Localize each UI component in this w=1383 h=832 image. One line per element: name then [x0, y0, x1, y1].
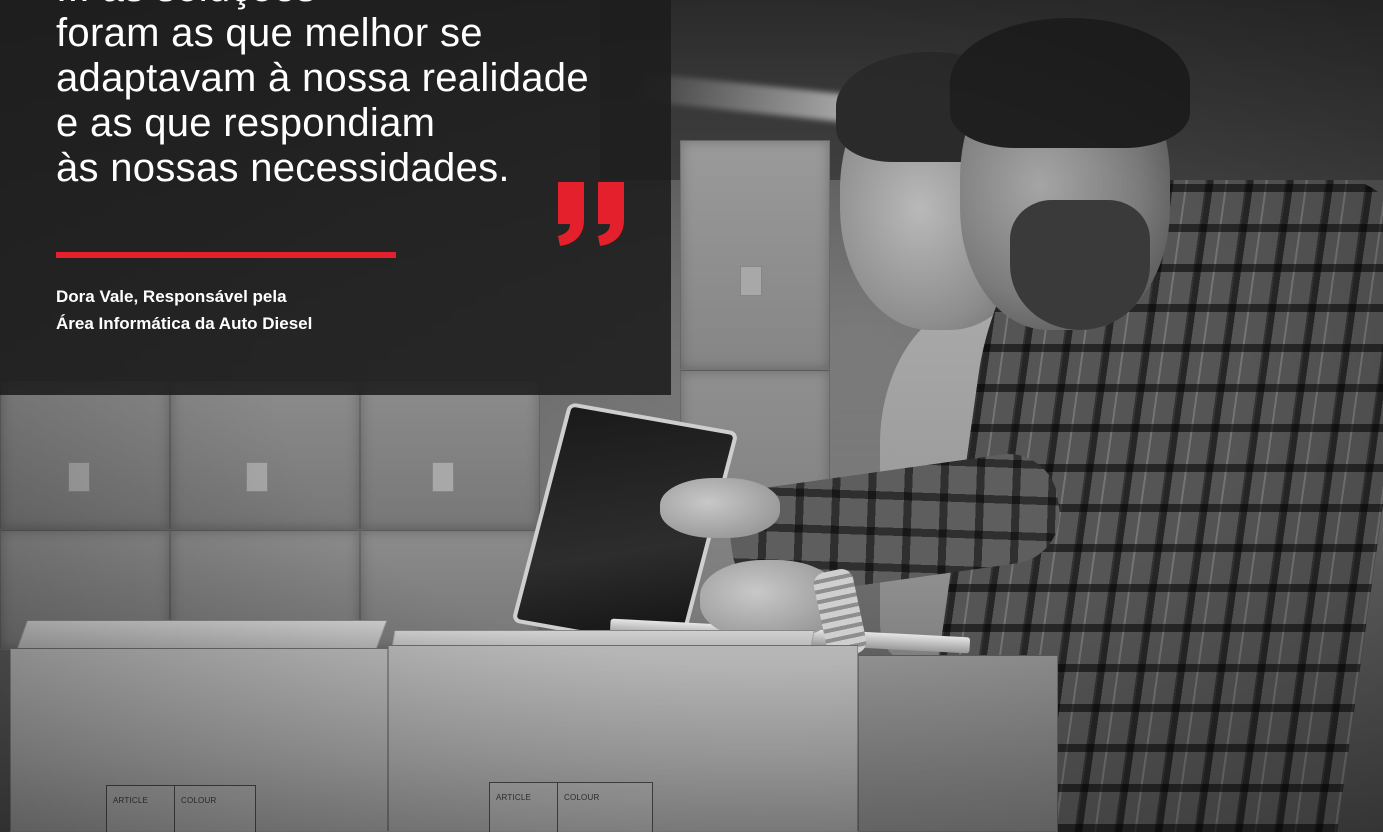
box-label-table: ARTICLE COLOUR — [106, 785, 256, 832]
quote-line: adaptavam à nossa realidade — [56, 56, 589, 100]
cardboard-box-right: ARTICLE COLOUR — [388, 645, 858, 832]
shelf-box — [0, 380, 170, 530]
cardboard-box-left: ARTICLE COLOUR — [10, 648, 388, 832]
article-label: ARTICLE — [490, 783, 558, 832]
hero-photo: ARTICLE COLOUR ARTICLE COLOUR ... as sol… — [0, 0, 1383, 832]
person-right-beard — [1010, 200, 1150, 330]
closing-quote-icon — [558, 182, 624, 246]
quote-line: e as que respondiam — [56, 101, 436, 145]
testimonial-author: Dora Vale, Responsável pela Área Informá… — [56, 283, 312, 337]
colour-label: COLOUR — [564, 793, 600, 802]
quote-line: ... as soluções — [56, 0, 656, 11]
colour-label: COLOUR — [181, 796, 217, 805]
shelf-box — [680, 140, 830, 370]
shelf-box — [170, 380, 360, 530]
person-right-hair — [950, 18, 1190, 148]
author-role-line: Área Informática da Auto Diesel — [56, 314, 313, 333]
shelf-box — [360, 380, 540, 530]
cardboard-box-side — [858, 655, 1058, 832]
author-name-line: Dora Vale, Responsável pela — [56, 287, 287, 306]
article-label: ARTICLE — [107, 786, 175, 832]
quote-line: foram as que melhor se — [56, 11, 483, 55]
pointing-hand — [660, 478, 780, 538]
testimonial-quote: ... as soluções foram as que melhor se a… — [56, 0, 656, 191]
testimonial-panel: ... as soluções foram as que melhor se a… — [0, 0, 671, 395]
accent-divider — [56, 252, 396, 258]
box-label-table: ARTICLE COLOUR — [489, 782, 653, 832]
